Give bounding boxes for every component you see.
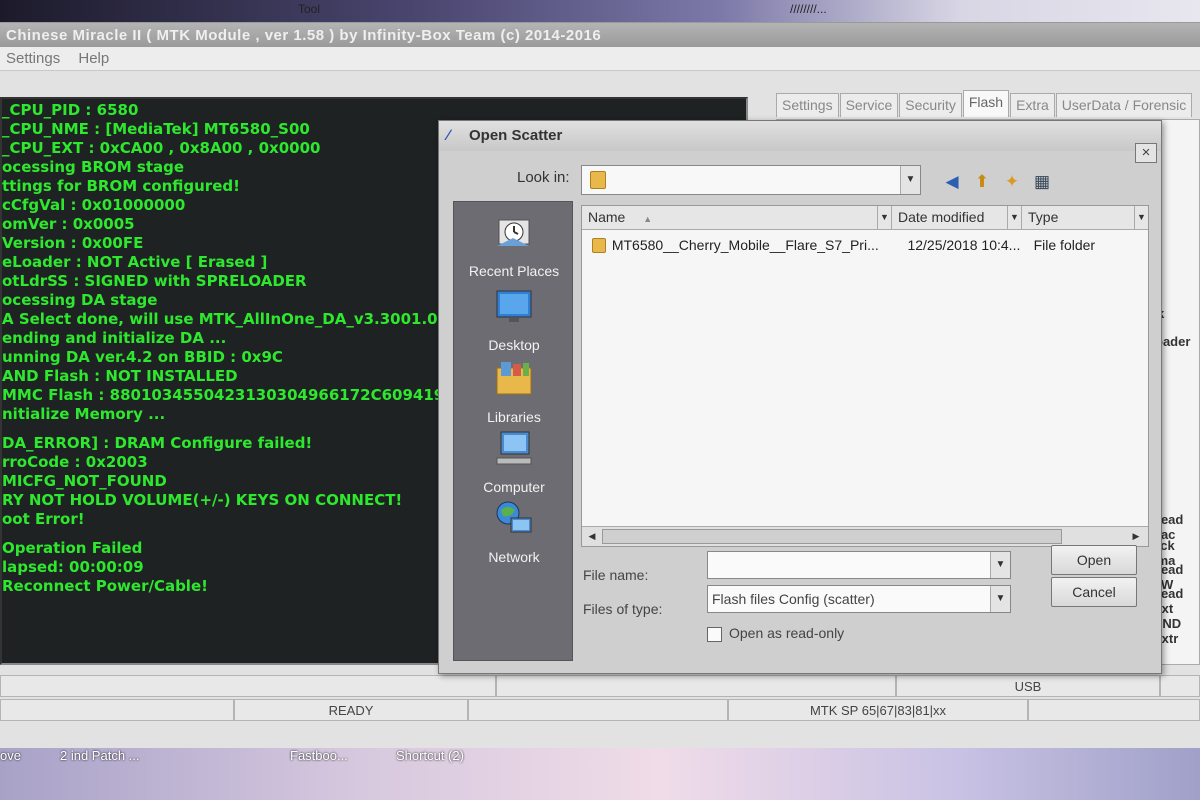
column-header-label: Date modified <box>898 209 985 225</box>
scroll-left-icon[interactable]: ◀ <box>584 529 600 544</box>
place-libraries[interactable]: Libraries <box>454 358 574 425</box>
recent-places-icon <box>497 219 530 246</box>
tab-userdata-forensic[interactable]: UserData / Forensic <box>1055 93 1193 117</box>
menu-settings[interactable]: Settings <box>6 50 60 67</box>
places-bar: Recent Places Desktop Libraries Computer… <box>453 201 573 661</box>
tab-security[interactable]: Security <box>899 93 962 117</box>
read-only-label: Open as read-only <box>729 625 845 641</box>
file-type: File folder <box>1033 237 1096 253</box>
new-folder-icon[interactable]: ✦ <box>1001 171 1023 193</box>
status-connection: USB <box>896 675 1160 697</box>
column-date-modified[interactable]: Date modified ▼ <box>892 206 1022 229</box>
chevron-down-icon[interactable]: ▼ <box>1007 206 1021 229</box>
place-label: Network <box>488 549 540 565</box>
status-cell <box>468 699 728 721</box>
computer-icon <box>496 431 532 465</box>
file-date: 12/25/2018 10:4... <box>907 237 1021 253</box>
status-cell <box>1160 675 1200 697</box>
look-in-dropdown[interactable]: ▼ <box>581 165 921 195</box>
horizontal-scrollbar[interactable]: ◀ ▶ <box>582 526 1148 546</box>
close-button[interactable]: × <box>1135 143 1157 163</box>
back-icon[interactable]: ◀ <box>941 171 963 193</box>
tab-service[interactable]: Service <box>839 93 899 117</box>
place-label: Recent Places <box>468 263 560 279</box>
desktop-icon-label[interactable]: Fastboo... <box>290 748 348 763</box>
view-menu-icon[interactable]: ▦ <box>1031 171 1053 193</box>
chevron-down-icon[interactable]: ▼ <box>990 552 1010 578</box>
files-of-type-select[interactable]: Flash files Config (scatter) ▼ <box>707 585 1011 613</box>
status-cell <box>0 675 496 697</box>
close-icon: × <box>1141 144 1151 161</box>
place-network[interactable]: Network <box>454 498 574 565</box>
app-icon: ∕ <box>447 127 450 144</box>
app-title-bar: Chinese Miracle II ( MTK Module , ver 1.… <box>0 23 1200 47</box>
file-name: MT6580__Cherry_Mobile__Flare_S7_Pri... <box>611 237 879 253</box>
files-of-type-value: Flash files Config (scatter) <box>712 591 875 607</box>
folder-icon <box>592 237 606 253</box>
function-tabs: Settings Service Security Flash Extra Us… <box>776 90 1200 119</box>
status-platform: MTK SP 65|67|83|81|xx <box>728 699 1028 721</box>
chevron-down-icon[interactable]: ▼ <box>900 166 920 194</box>
open-scatter-dialog: ∕ Open Scatter × Look in: ▼ ◀ ⬆ ✦ ▦ Rece… <box>438 120 1162 674</box>
status-cell <box>0 699 234 721</box>
status-bar-top: USB <box>0 675 1200 697</box>
place-desktop[interactable]: Desktop <box>454 286 574 353</box>
status-cell <box>496 675 896 697</box>
dialog-title: Open Scatter <box>469 127 563 144</box>
status-ready: READY <box>234 699 468 721</box>
file-list-header: Name ▲ ▼ Date modified ▼ Type ▼ <box>582 206 1148 230</box>
desktop-label: Tool <box>298 2 321 16</box>
chevron-down-icon[interactable]: ▼ <box>990 586 1010 612</box>
cancel-button[interactable]: Cancel <box>1051 577 1137 607</box>
libraries-icon <box>496 362 532 395</box>
column-name[interactable]: Name ▲ ▼ <box>582 206 892 229</box>
place-computer[interactable]: Computer <box>454 428 574 495</box>
tab-settings[interactable]: Settings <box>776 93 839 117</box>
desktop-icon-label[interactable]: ove <box>0 748 21 763</box>
file-name-label: File name: <box>583 567 649 583</box>
desktop-icon <box>496 290 532 322</box>
file-list: Name ▲ ▼ Date modified ▼ Type ▼ MT6580__… <box>581 205 1149 547</box>
menu-help[interactable]: Help <box>78 50 109 67</box>
place-label: Libraries <box>487 409 541 425</box>
column-header-label: Type <box>1028 209 1059 225</box>
open-button[interactable]: Open <box>1051 545 1137 575</box>
folder-icon <box>590 171 606 189</box>
sort-ascending-icon: ▲ <box>643 214 653 224</box>
scroll-right-icon[interactable]: ▶ <box>1128 529 1144 544</box>
look-in-label: Look in: <box>517 169 570 186</box>
dialog-toolbar: ◀ ⬆ ✦ ▦ <box>941 171 1053 193</box>
network-icon <box>496 501 532 533</box>
chevron-down-icon[interactable]: ▼ <box>1134 206 1148 229</box>
status-bar-bottom: READY MTK SP 65|67|83|81|xx <box>0 699 1200 721</box>
desktop-background-bottom: ove 2 ind Patch ... Fastboo... Shortcut … <box>0 748 1200 800</box>
tab-extra[interactable]: Extra <box>1010 93 1055 117</box>
desktop-icon-label[interactable]: Shortcut (2) <box>396 748 464 763</box>
column-header-label: Name <box>588 209 626 225</box>
desktop-icon-label[interactable]: 2 ind Patch ... <box>60 748 140 763</box>
column-type[interactable]: Type ▼ <box>1022 206 1148 229</box>
up-folder-icon[interactable]: ⬆ <box>971 171 993 193</box>
app-menu-bar: Settings Help <box>0 47 1200 71</box>
tab-flash[interactable]: Flash <box>962 90 1010 117</box>
status-cell <box>1028 699 1200 721</box>
place-recent-places[interactable]: Recent Places <box>454 212 574 279</box>
dialog-title-bar: ∕ Open Scatter <box>439 121 1161 151</box>
scrollbar-thumb[interactable] <box>602 529 1062 544</box>
file-name-input[interactable]: ▼ <box>707 551 1011 579</box>
place-label: Computer <box>483 479 545 495</box>
files-of-type-label: Files of type: <box>583 601 663 617</box>
log-line: _CPU_PID : 6580 <box>2 101 139 119</box>
desktop-label: ////////... <box>790 2 827 16</box>
file-row[interactable]: MT6580__Cherry_Mobile__Flare_S7_Pri... 1… <box>592 234 1142 256</box>
chevron-down-icon[interactable]: ▼ <box>877 206 891 229</box>
place-label: Desktop <box>488 337 540 353</box>
read-only-checkbox[interactable] <box>707 627 722 642</box>
